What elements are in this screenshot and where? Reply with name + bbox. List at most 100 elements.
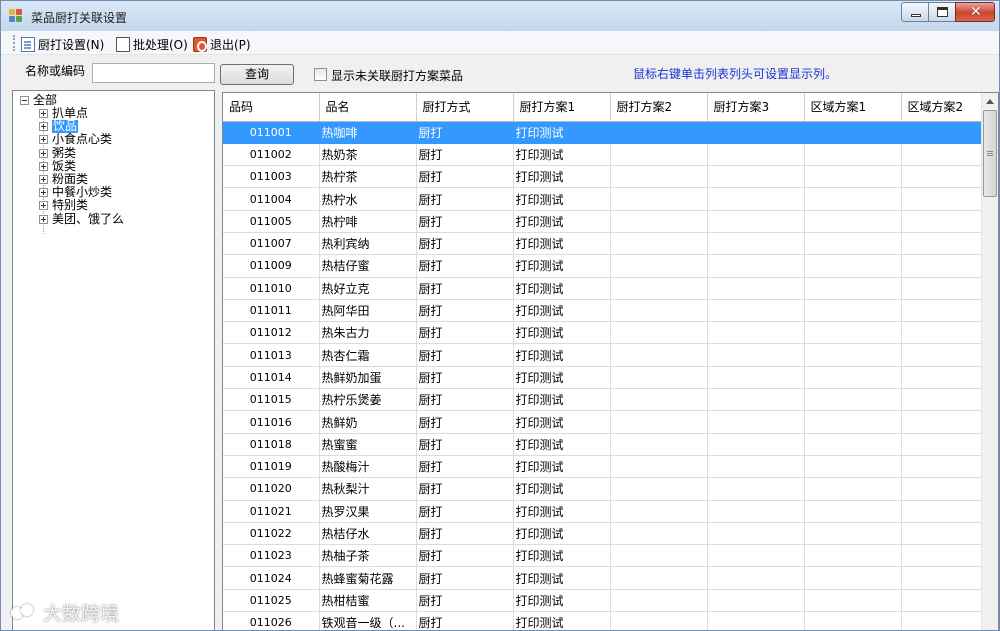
table-cell[interactable]: 厨打: [416, 254, 514, 278]
table-cell[interactable]: 热柑桔蜜: [319, 589, 417, 613]
table-cell[interactable]: 打印测试: [513, 277, 611, 300]
table-cell[interactable]: 厨打: [416, 589, 514, 613]
table-cell[interactable]: 011026: [223, 611, 320, 630]
column-header[interactable]: 厨打方式: [416, 93, 514, 122]
table-cell[interactable]: [610, 277, 708, 300]
table-cell[interactable]: 热好立克: [319, 277, 417, 300]
table-cell[interactable]: [804, 388, 902, 412]
table-cell[interactable]: 011001: [223, 121, 320, 144]
table-cell[interactable]: 热桔仔水: [319, 522, 417, 546]
table-cell[interactable]: [804, 187, 902, 211]
table-cell[interactable]: 打印测试: [513, 143, 611, 167]
table-row[interactable]: 011014 热鲜奶加蛋 厨打 打印测试: [223, 366, 983, 390]
table-cell[interactable]: 打印测试: [513, 566, 611, 590]
table-cell[interactable]: [610, 388, 708, 412]
table-cell[interactable]: 011012: [223, 321, 320, 345]
table-cell[interactable]: [610, 522, 708, 546]
table-row[interactable]: 011003 热柠茶 厨打 打印测试: [223, 165, 983, 189]
expand-icon[interactable]: [39, 188, 48, 198]
table-cell[interactable]: 厨打: [416, 366, 514, 390]
table-cell[interactable]: 011019: [223, 455, 320, 479]
table-cell[interactable]: 厨打: [416, 388, 514, 412]
table-cell[interactable]: 打印测试: [513, 165, 611, 189]
column-header[interactable]: 厨打方案3: [707, 93, 805, 122]
table-cell[interactable]: 打印测试: [513, 210, 611, 233]
table-cell[interactable]: 热蜜蜜: [319, 433, 417, 456]
tree-node-category[interactable]: 小食点心类: [39, 133, 112, 146]
table-row[interactable]: 011011 热阿华田 厨打 打印测试: [223, 299, 983, 323]
table-cell[interactable]: 011014: [223, 366, 320, 390]
table-cell[interactable]: [707, 433, 805, 456]
table-cell[interactable]: [901, 410, 983, 434]
table-cell[interactable]: [707, 165, 805, 189]
expand-icon[interactable]: [39, 214, 48, 224]
menu-exit[interactable]: 退出(P): [193, 35, 251, 53]
table-row[interactable]: 011026 铁观音一级（... 厨打 打印测试: [223, 611, 983, 630]
table-cell[interactable]: 打印测试: [513, 366, 611, 390]
table-cell[interactable]: [610, 366, 708, 390]
table-cell[interactable]: [901, 165, 983, 189]
table-row[interactable]: 011022 热桔仔水 厨打 打印测试: [223, 522, 983, 546]
table-cell[interactable]: [707, 210, 805, 233]
table-cell[interactable]: 打印测试: [513, 433, 611, 456]
table-cell[interactable]: 打印测试: [513, 343, 611, 367]
table-cell[interactable]: [901, 544, 983, 568]
table-cell[interactable]: [901, 343, 983, 367]
table-cell[interactable]: 011004: [223, 187, 320, 211]
table-cell[interactable]: [804, 522, 902, 546]
table-cell[interactable]: 011015: [223, 388, 320, 412]
table-row[interactable]: 011025 热柑桔蜜 厨打 打印测试: [223, 589, 983, 613]
table-cell[interactable]: 打印测试: [513, 121, 611, 144]
table-cell[interactable]: 打印测试: [513, 254, 611, 278]
table-cell[interactable]: [901, 455, 983, 479]
table-cell[interactable]: 011018: [223, 433, 320, 456]
maximize-button[interactable]: [928, 2, 956, 22]
table-cell[interactable]: 厨打: [416, 165, 514, 189]
table-cell[interactable]: 011003: [223, 165, 320, 189]
table-cell[interactable]: 热桔仔蜜: [319, 254, 417, 278]
table-cell[interactable]: [707, 611, 805, 630]
table-cell[interactable]: 打印测试: [513, 522, 611, 546]
table-cell[interactable]: 热柠啡: [319, 210, 417, 233]
table-cell[interactable]: [610, 544, 708, 568]
dish-grid[interactable]: 品码 品名 厨打方式 厨打方案1 厨打方案2 厨打方案3 区域方案1 区域方案2 011001…: [222, 92, 999, 630]
table-cell[interactable]: 厨打: [416, 187, 514, 211]
table-cell[interactable]: [610, 321, 708, 345]
table-cell[interactable]: 打印测试: [513, 321, 611, 345]
table-cell[interactable]: [804, 121, 902, 144]
table-row[interactable]: 011004 热柠水 厨打 打印测试: [223, 187, 983, 211]
table-cell[interactable]: 打印测试: [513, 299, 611, 323]
table-cell[interactable]: [901, 477, 983, 501]
table-cell[interactable]: 打印测试: [513, 388, 611, 412]
search-input[interactable]: [92, 63, 215, 83]
table-cell[interactable]: 011007: [223, 232, 320, 256]
scroll-up-icon[interactable]: [986, 99, 994, 104]
table-cell[interactable]: 热朱古力: [319, 321, 417, 345]
tree-node-category[interactable]: 粥类: [39, 146, 76, 160]
table-cell[interactable]: 打印测试: [513, 477, 611, 501]
tree-node-category[interactable]: 饭类: [39, 159, 76, 173]
table-cell[interactable]: [610, 187, 708, 211]
table-cell[interactable]: [610, 500, 708, 523]
table-cell[interactable]: [804, 366, 902, 390]
table-cell[interactable]: 打印测试: [513, 611, 611, 630]
table-cell[interactable]: 热秋梨汁: [319, 477, 417, 501]
column-header[interactable]: 厨打方案2: [610, 93, 708, 122]
table-cell[interactable]: 热利宾纳: [319, 232, 417, 256]
table-cell[interactable]: 011022: [223, 522, 320, 546]
table-cell[interactable]: 厨打: [416, 410, 514, 434]
table-cell[interactable]: 011025: [223, 589, 320, 613]
table-cell[interactable]: [901, 299, 983, 323]
table-cell[interactable]: [610, 589, 708, 613]
table-cell[interactable]: 热酸梅汁: [319, 455, 417, 479]
expand-icon[interactable]: [39, 109, 48, 118]
table-cell[interactable]: [610, 611, 708, 630]
column-header[interactable]: 厨打方案1: [513, 93, 611, 122]
expand-icon[interactable]: [39, 201, 48, 211]
table-cell[interactable]: 011023: [223, 544, 320, 568]
table-cell[interactable]: 厨打: [416, 500, 514, 523]
table-cell[interactable]: [707, 366, 805, 390]
table-cell[interactable]: [610, 343, 708, 367]
table-cell[interactable]: [707, 299, 805, 323]
table-row[interactable]: 011016 热鲜奶 厨打 打印测试: [223, 410, 983, 434]
